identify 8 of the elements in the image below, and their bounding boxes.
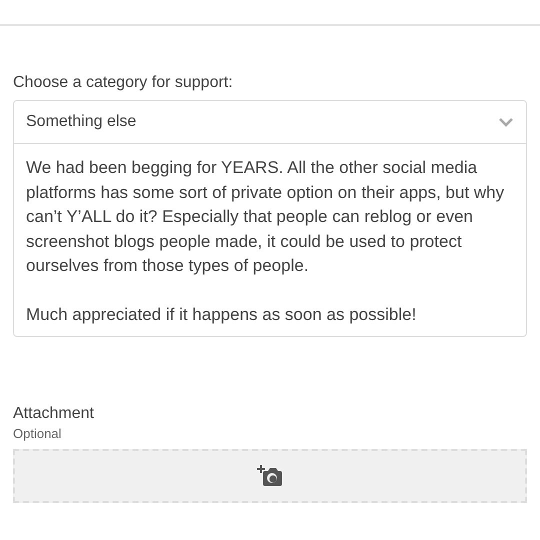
message-field[interactable]: We had been begging for YEARS. All the other social media platforms has some sort of private option on their apps, but why can’t Y’ALL do it? Especially that people can reblog or even screenshot blogs people made, it could be used to protect ourselves from those types of people. Much appreciated if it happens as soon as possible! [13, 144, 527, 337]
add-photo-icon [257, 464, 283, 488]
chevron-down-icon [498, 117, 514, 127]
attachment-dropzone[interactable] [13, 449, 527, 503]
category-label: Choose a category for support: [13, 74, 234, 92]
category-select[interactable]: Something else [13, 100, 527, 144]
attachment-label: Attachment [13, 405, 95, 423]
optional-hint: Optional [13, 426, 62, 441]
